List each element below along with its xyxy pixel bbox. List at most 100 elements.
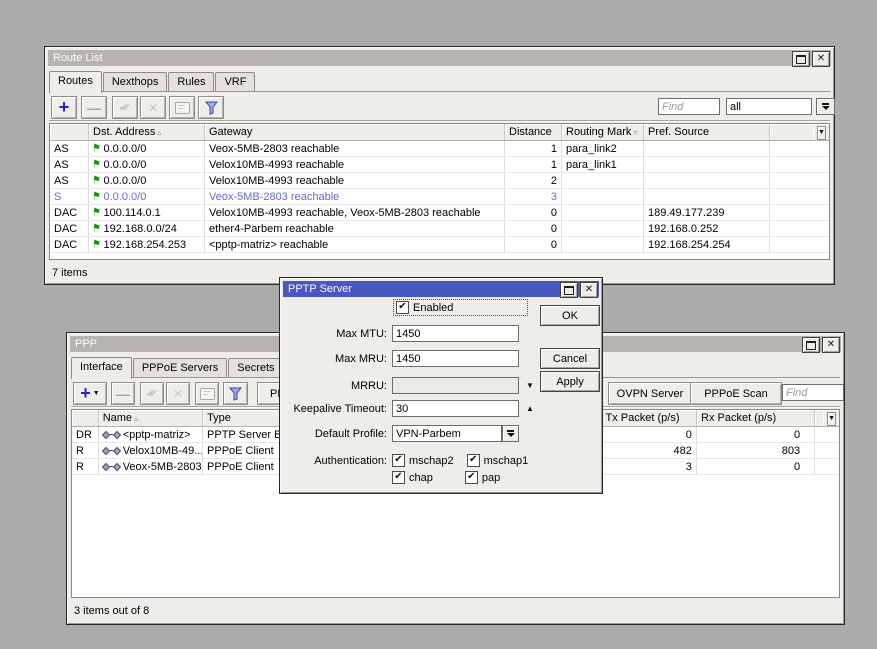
- enable-button[interactable]: ✔: [140, 382, 164, 405]
- close-icon: ✕: [817, 54, 825, 64]
- route-row[interactable]: AS ⚑0.0.0.0/0 Velox10MB-4993 reachable 1…: [50, 157, 829, 173]
- route-row[interactable]: DAC ⚑100.114.0.1 Velox10MB-4993 reachabl…: [50, 205, 829, 221]
- column-pref-source[interactable]: Pref. Source: [644, 124, 770, 140]
- maximize-button[interactable]: [802, 337, 820, 353]
- find-input[interactable]: [782, 384, 844, 401]
- column-select-icon: ▼: [818, 129, 825, 136]
- mrru-combo[interactable]: [392, 377, 519, 394]
- pppoe-scan-button[interactable]: PPPoE Scan: [690, 382, 782, 405]
- enabled-checkbox-group[interactable]: Enabled: [393, 299, 528, 316]
- mrru-label: MRRU:: [283, 380, 387, 392]
- tab-rules[interactable]: Rules: [168, 72, 214, 91]
- ovpn-server-button[interactable]: OVPN Server: [608, 382, 692, 405]
- interface-icon: [103, 432, 120, 438]
- column-flags[interactable]: [72, 410, 99, 426]
- route-flag-icon: ⚑: [93, 144, 101, 154]
- max-mru-label: Max MRU:: [283, 353, 387, 365]
- max-mru-input[interactable]: [392, 350, 519, 367]
- close-button[interactable]: ✕: [812, 51, 830, 67]
- column-routing-mark[interactable]: Routing Mark▿: [562, 124, 644, 140]
- cancel-button[interactable]: Cancel: [540, 348, 600, 369]
- tab-routes[interactable]: Routes: [49, 71, 102, 93]
- enabled-label: Enabled: [413, 302, 453, 314]
- remove-button[interactable]: —: [81, 96, 107, 119]
- pptp-server-dialog: PPTP Server ✕ Enabled Max MTU: Max MRU: …: [279, 277, 603, 494]
- column-select-icon: ▼: [828, 415, 835, 422]
- route-flag-icon: ⚑: [93, 240, 101, 250]
- column-select-button[interactable]: ▼: [817, 126, 826, 140]
- mschap2-checkbox[interactable]: [392, 454, 405, 467]
- dropdown-icon: [822, 103, 829, 105]
- dropdown-icon: [507, 430, 514, 432]
- ppp-title: PPP: [75, 338, 97, 350]
- route-flag-icon: ⚑: [93, 160, 101, 170]
- filter-scope-dropdown-button[interactable]: [816, 98, 835, 115]
- route-row[interactable]: AS ⚑0.0.0.0/0 Velox10MB-4993 reachable 2: [50, 173, 829, 189]
- pap-checkbox[interactable]: [465, 471, 478, 484]
- column-rx-packet[interactable]: Rx Packet (p/s): [697, 410, 815, 426]
- minus-icon: —: [116, 389, 130, 399]
- column-tx-packet[interactable]: Tx Packet (p/s): [602, 410, 698, 426]
- max-mtu-input[interactable]: [392, 325, 519, 342]
- spinner-up-icon[interactable]: ▲: [526, 405, 534, 413]
- column-flags[interactable]: [50, 124, 89, 140]
- remove-button[interactable]: —: [111, 382, 135, 405]
- maximize-button[interactable]: [560, 282, 578, 298]
- route-row[interactable]: DAC ⚑192.168.0.0/24 ether4-Parbem reacha…: [50, 221, 829, 237]
- maximize-button[interactable]: [792, 51, 810, 67]
- route-list-title: Route List: [53, 52, 103, 64]
- ok-button[interactable]: OK: [540, 305, 600, 326]
- route-list-titlebar[interactable]: Route List ✕: [48, 50, 831, 66]
- chap-checkbox[interactable]: [392, 471, 405, 484]
- enabled-checkbox[interactable]: [396, 301, 409, 314]
- default-profile-dropdown-button[interactable]: [502, 425, 519, 442]
- route-row-inactive[interactable]: S ⚑0.0.0.0/0 Veox-5MB-2803 reachable 3: [50, 189, 829, 205]
- route-list-window: Route List ✕ RoutesNexthopsRulesVRF + — …: [44, 46, 835, 285]
- filter-scope-combo[interactable]: all: [726, 98, 812, 115]
- default-profile-label: Default Profile:: [283, 428, 387, 440]
- tab-secrets[interactable]: Secrets: [228, 358, 283, 377]
- pptp-dialog-title: PPTP Server: [288, 283, 352, 295]
- apply-button[interactable]: Apply: [540, 371, 600, 392]
- route-list-status: 7 items: [52, 267, 87, 279]
- column-gateway[interactable]: Gateway: [205, 124, 505, 140]
- column-distance[interactable]: Distance: [505, 124, 562, 140]
- tab-vrf[interactable]: VRF: [215, 72, 255, 91]
- find-input[interactable]: [658, 98, 720, 115]
- comment-button[interactable]: [169, 96, 195, 119]
- tab-nexthops[interactable]: Nexthops: [103, 72, 167, 91]
- comment-button[interactable]: [195, 382, 219, 405]
- pptp-dialog-titlebar[interactable]: PPTP Server ✕: [283, 281, 599, 297]
- authentication-label: Authentication:: [283, 455, 387, 467]
- close-button[interactable]: ✕: [580, 282, 598, 298]
- max-mtu-label: Max MTU:: [283, 328, 387, 340]
- keepalive-input[interactable]: [392, 400, 519, 417]
- comment-icon: [175, 102, 190, 114]
- tab-interface[interactable]: Interface: [71, 357, 132, 379]
- disable-button[interactable]: ✕: [166, 382, 190, 405]
- pap-label: pap: [482, 472, 500, 484]
- tab-pppoe-servers[interactable]: PPPoE Servers: [133, 358, 227, 377]
- add-button[interactable]: +▼: [73, 382, 107, 405]
- disable-button[interactable]: ✕: [140, 96, 166, 119]
- maximize-icon: [806, 341, 816, 350]
- column-select-button[interactable]: ▼: [827, 412, 836, 426]
- route-row[interactable]: DAC ⚑192.168.254.253 <pptp-matriz> reach…: [50, 237, 829, 253]
- mschap1-checkbox[interactable]: [467, 454, 480, 467]
- filter-button[interactable]: [198, 96, 224, 119]
- x-icon: ✕: [148, 101, 158, 115]
- route-row[interactable]: AS ⚑0.0.0.0/0 Veox-5MB-2803 reachable 1 …: [50, 141, 829, 157]
- filter-button[interactable]: [223, 382, 248, 405]
- interface-icon: [103, 448, 120, 454]
- minus-icon: —: [87, 103, 101, 113]
- keepalive-label: Keepalive Timeout:: [283, 403, 387, 415]
- enable-button[interactable]: ✔: [112, 96, 138, 119]
- mschap2-label: mschap2: [409, 455, 454, 467]
- add-button[interactable]: +: [51, 96, 77, 119]
- dropdown-icon[interactable]: ▼: [526, 382, 534, 390]
- column-name[interactable]: Name▵: [99, 410, 203, 426]
- default-profile-combo[interactable]: VPN-Parbem: [392, 425, 502, 442]
- close-button[interactable]: ✕: [822, 337, 840, 353]
- maximize-icon: [564, 286, 574, 295]
- column-dst-address[interactable]: Dst. Address▵: [89, 124, 205, 140]
